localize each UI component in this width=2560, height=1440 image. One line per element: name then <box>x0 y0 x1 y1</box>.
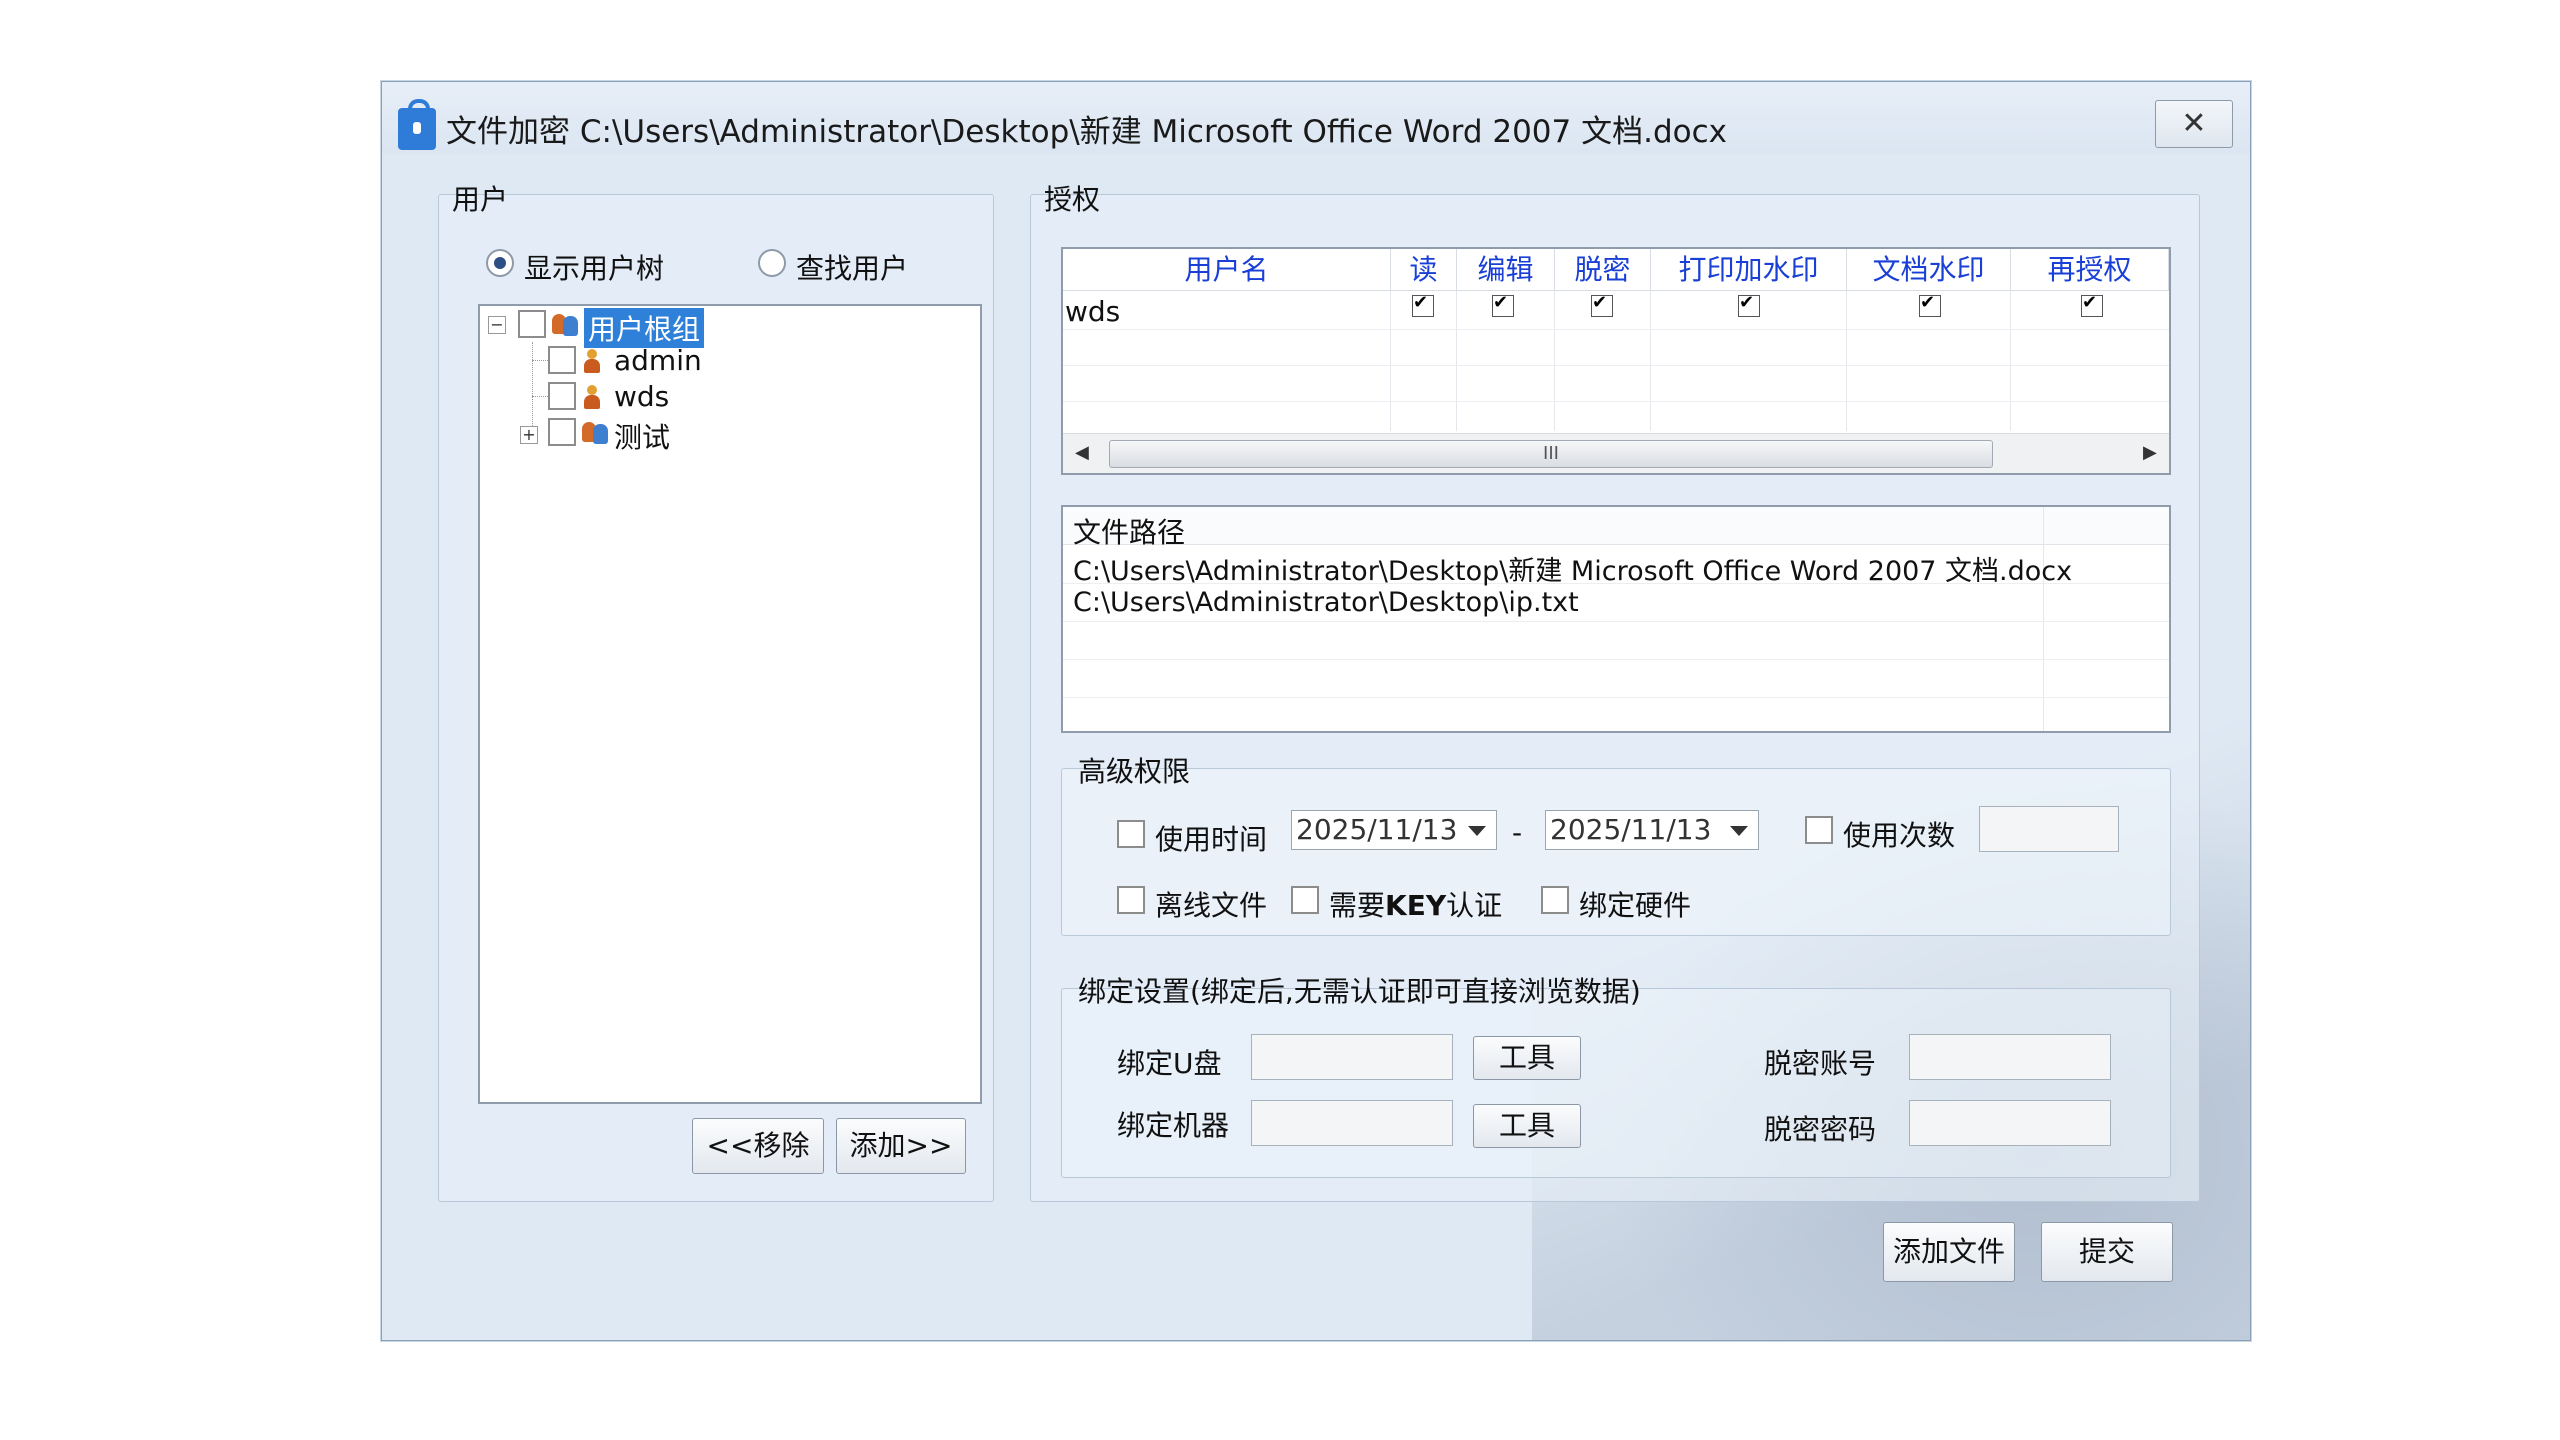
search-user-radio[interactable] <box>758 249 786 277</box>
require-key-checkbox[interactable] <box>1291 886 1319 914</box>
tree-checkbox-wds[interactable] <box>548 382 576 410</box>
users-group-title: 用户 <box>452 183 509 216</box>
declassify-password-label: 脱密密码 <box>1764 1113 1877 1146</box>
col-header-edit[interactable]: 编辑 <box>1457 249 1555 291</box>
require-key-suffix: 认证 <box>1446 889 1503 922</box>
offline-file-label: 离线文件 <box>1155 889 1268 922</box>
list-row-line <box>1063 621 2169 622</box>
require-key-label: 需要KEY认证 <box>1329 884 1502 924</box>
use-count-input[interactable] <box>1979 806 2119 852</box>
tree-item-wds[interactable]: wds <box>614 380 669 413</box>
list-row-line <box>1063 659 2169 660</box>
require-key-bold: KEY <box>1385 889 1447 922</box>
reauthorize-checkbox[interactable]: ✔ <box>2081 294 2103 317</box>
close-button[interactable]: ✕ <box>2155 100 2233 148</box>
use-count-label: 使用次数 <box>1843 819 1956 852</box>
file-item-docx[interactable]: C:\Users\Administrator\Desktop\新建 Micros… <box>1073 549 2072 588</box>
bind-usb-label: 绑定U盘 <box>1117 1047 1222 1080</box>
read-checkbox[interactable]: ✔ <box>1412 294 1434 317</box>
remove-button[interactable]: <<移除 <box>692 1118 824 1174</box>
add-button[interactable]: 添加>> <box>836 1118 966 1174</box>
title-bar[interactable]: 文件加密 C:\Users\Administrator\Desktop\新建 M… <box>382 82 2250 154</box>
expand-icon[interactable]: + <box>520 426 538 444</box>
date-separator: - <box>1512 816 1523 849</box>
col-header-reauthorize[interactable]: 再授权 <box>2011 249 2169 291</box>
encrypt-dialog: 文件加密 C:\Users\Administrator\Desktop\新建 M… <box>381 81 2251 1341</box>
window-title: 文件加密 C:\Users\Administrator\Desktop\新建 M… <box>446 114 1727 150</box>
grid-row-line <box>1063 329 2169 330</box>
advanced-group-title: 高级权限 <box>1078 755 1191 788</box>
date-to-value: 2025/11/13 <box>1550 813 1712 846</box>
submit-button[interactable]: 提交 <box>2041 1222 2173 1282</box>
collapse-icon[interactable]: − <box>488 316 506 334</box>
binding-group-title: 绑定设置(绑定后,无需认证即可直接浏览数据) <box>1078 975 1641 1008</box>
tree-connector <box>532 360 548 361</box>
file-path-list[interactable]: 文件路径 C:\Users\Administrator\Desktop\新建 M… <box>1061 505 2171 733</box>
tree-checkbox-test[interactable] <box>548 418 576 446</box>
group-icon <box>550 312 580 336</box>
grid-row-line <box>1063 365 2169 366</box>
declassify-checkbox[interactable]: ✔ <box>1591 294 1613 317</box>
tree-item-test[interactable]: 测试 <box>614 416 670 456</box>
lock-icon <box>398 99 436 150</box>
search-user-label[interactable]: 查找用户 <box>796 247 908 287</box>
add-file-button[interactable]: 添加文件 <box>1883 1222 2015 1282</box>
col-header-print-watermark[interactable]: 打印加水印 <box>1651 249 1847 291</box>
list-row-line <box>1063 697 2169 698</box>
tree-item-admin[interactable]: admin <box>614 344 702 377</box>
user-tree[interactable]: − 用户根组 admin wds + 测试 <box>478 304 982 1104</box>
user-icon <box>582 348 602 374</box>
auth-grid[interactable]: 用户名 读 编辑 脱密 打印加水印 文档水印 再授权 wds ✔ ✔ ✔ ✔ ✔… <box>1061 247 2171 475</box>
dropdown-arrow-icon <box>1468 826 1486 836</box>
date-to-picker[interactable]: 2025/11/13 <box>1545 810 1759 850</box>
declassify-account-input[interactable] <box>1909 1034 2111 1080</box>
col-header-username[interactable]: 用户名 <box>1063 249 1391 291</box>
file-item-txt[interactable]: C:\Users\Administrator\Desktop\ip.txt <box>1073 587 1579 618</box>
bind-hardware-label: 绑定硬件 <box>1579 889 1692 922</box>
file-list-header-bg <box>1063 507 2169 545</box>
bind-machine-label: 绑定机器 <box>1117 1109 1230 1142</box>
tree-connector <box>532 396 548 397</box>
show-tree-label[interactable]: 显示用户树 <box>524 247 664 287</box>
usb-tool-button[interactable]: 工具 <box>1473 1036 1581 1080</box>
col-header-doc-watermark[interactable]: 文档水印 <box>1847 249 2011 291</box>
grid-cell-username[interactable]: wds <box>1065 295 1120 328</box>
date-from-value: 2025/11/13 <box>1296 813 1458 846</box>
col-header-read[interactable]: 读 <box>1391 249 1457 291</box>
declassify-password-input[interactable] <box>1909 1100 2111 1146</box>
horizontal-scrollbar[interactable]: ◀ III ▶ <box>1063 433 2169 473</box>
file-path-header[interactable]: 文件路径 <box>1073 511 1185 551</box>
doc-watermark-checkbox[interactable]: ✔ <box>1919 294 1941 317</box>
scrollbar-thumb[interactable]: III <box>1109 440 1993 468</box>
scroll-left-icon[interactable]: ◀ <box>1075 442 1089 463</box>
use-time-label: 使用时间 <box>1155 823 1268 856</box>
require-key-prefix: 需要 <box>1329 889 1386 922</box>
date-from-picker[interactable]: 2025/11/13 <box>1291 810 1497 850</box>
user-icon <box>582 384 602 410</box>
bind-machine-input[interactable] <box>1251 1100 1453 1146</box>
declassify-account-label: 脱密账号 <box>1764 1047 1877 1080</box>
binding-group <box>1061 988 2171 1178</box>
use-count-checkbox[interactable] <box>1805 816 1833 844</box>
grid-row-line <box>1063 401 2169 402</box>
col-header-declassify[interactable]: 脱密 <box>1555 249 1651 291</box>
tree-item-root[interactable]: 用户根组 <box>584 308 705 348</box>
dropdown-arrow-icon <box>1730 826 1748 836</box>
show-tree-radio[interactable] <box>486 249 514 277</box>
tree-checkbox-admin[interactable] <box>548 346 576 374</box>
print-watermark-checkbox[interactable]: ✔ <box>1738 294 1760 317</box>
tree-connector <box>532 342 533 438</box>
bind-hardware-checkbox[interactable] <box>1541 886 1569 914</box>
tree-checkbox-root[interactable] <box>518 310 546 338</box>
group-icon <box>580 420 610 444</box>
scroll-right-icon[interactable]: ▶ <box>2143 442 2157 463</box>
auth-group-title: 授权 <box>1044 183 1101 216</box>
edit-checkbox[interactable]: ✔ <box>1492 294 1514 317</box>
offline-file-checkbox[interactable] <box>1117 886 1145 914</box>
use-time-checkbox[interactable] <box>1117 820 1145 848</box>
machine-tool-button[interactable]: 工具 <box>1473 1104 1581 1148</box>
bind-usb-input[interactable] <box>1251 1034 1453 1080</box>
